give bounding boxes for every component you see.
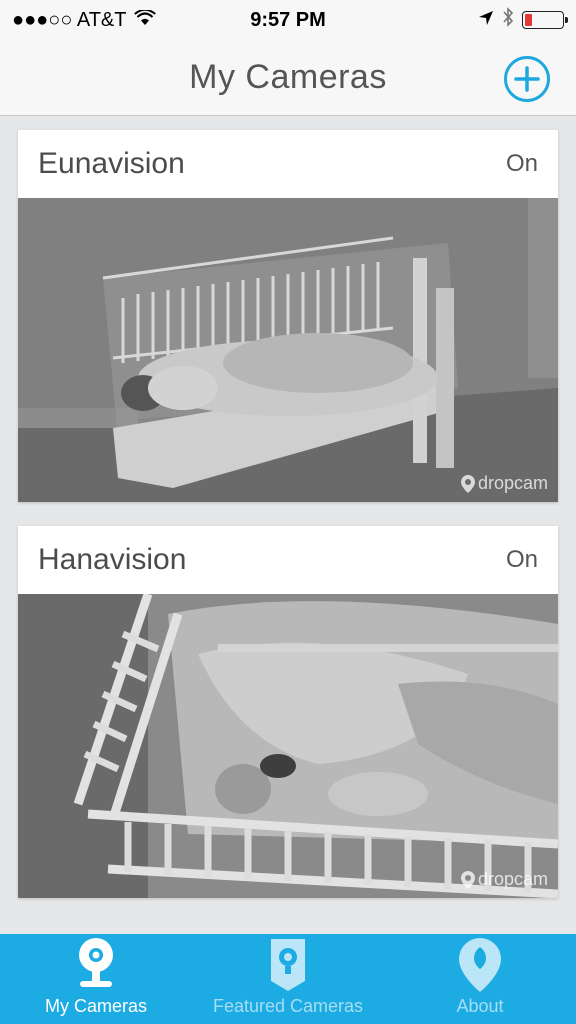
add-camera-button[interactable]: [504, 56, 550, 102]
camera-card[interactable]: Eunavision On dropcam: [18, 130, 558, 502]
tab-about[interactable]: About: [384, 934, 576, 1024]
camera-list: Eunavision On dropcam Hanavision On drop…: [0, 116, 576, 934]
camera-feed-thumbnail[interactable]: dropcam: [18, 594, 558, 898]
tab-my-cameras[interactable]: My Cameras: [0, 934, 192, 1024]
camera-card-header: Hanavision On: [18, 526, 558, 594]
pin-icon: [460, 474, 475, 493]
carrier-label: ●●●○○ AT&T: [12, 8, 127, 31]
tab-label: Featured Cameras: [212, 996, 364, 1016]
battery-icon: [522, 11, 568, 29]
location-arrow-icon: [478, 9, 494, 32]
tab-label: About: [456, 996, 504, 1016]
camera-card[interactable]: Hanavision On dropcam: [18, 526, 558, 898]
navigation-bar: My Cameras: [0, 40, 576, 116]
dropcam-watermark: dropcam: [460, 473, 548, 494]
camera-card-header: Eunavision On: [18, 130, 558, 198]
status-bar: ●●●○○ AT&T 9:57 PM: [0, 0, 576, 40]
camera-icon: [76, 936, 116, 994]
camera-name: Eunavision: [38, 147, 185, 180]
camera-feed-thumbnail[interactable]: dropcam: [18, 198, 558, 502]
tab-label: My Cameras: [44, 996, 147, 1016]
watermark-label: dropcam: [477, 473, 548, 493]
page-title: My Cameras: [189, 58, 387, 96]
pin-icon: [460, 870, 475, 889]
tab-featured-cameras[interactable]: Featured Cameras: [192, 934, 384, 1024]
wifi-icon: [134, 8, 157, 32]
camera-status: On: [505, 546, 538, 573]
bluetooth-icon: [502, 7, 514, 33]
dropcam-watermark: dropcam: [460, 869, 548, 890]
location-pin-icon: [458, 936, 502, 994]
camera-status: On: [505, 150, 538, 177]
plus-icon: [514, 66, 540, 92]
ribbon-icon: [268, 936, 308, 994]
tab-bar: My Cameras Featured Cameras About: [0, 934, 576, 1024]
watermark-label: dropcam: [477, 869, 548, 889]
camera-name: Hanavision: [38, 543, 187, 576]
